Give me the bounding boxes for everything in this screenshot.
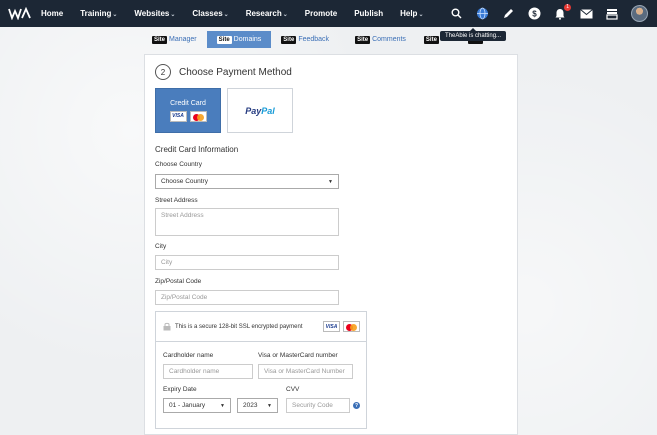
expiry-year-select[interactable]: 2023 ▼	[237, 398, 278, 413]
credit-card-label: Credit Card	[170, 99, 206, 107]
mastercard-logo-icon	[189, 110, 207, 122]
step-header: 2 Choose Payment Method	[155, 64, 292, 80]
cardholder-input[interactable]: Cardholder name	[163, 364, 253, 379]
nav-websites[interactable]: Websites⌄	[134, 9, 175, 18]
expiry-label: Expiry Date	[163, 386, 197, 393]
chevron-down-icon: ▼	[328, 178, 333, 185]
dollar-icon[interactable]: $	[527, 7, 541, 21]
wealthy-affiliate-logo-icon[interactable]	[7, 7, 33, 21]
payment-card: 2 Choose Payment Method Credit Card VISA…	[144, 54, 518, 435]
step-number: 2	[155, 64, 171, 80]
nav-help[interactable]: Help⌄	[400, 9, 423, 18]
tab-site-domains[interactable]: Site Domains	[206, 31, 272, 48]
cardholder-label: Cardholder name	[163, 352, 214, 359]
chevron-down-icon: ▼	[267, 402, 272, 409]
secure-text: This is a secure 128-bit SSL encrypted p…	[175, 323, 303, 330]
chevron-down-icon: ⌄	[112, 12, 118, 18]
chevron-down-icon: ▼	[220, 402, 225, 409]
secure-header: This is a secure 128-bit SSL encrypted p…	[156, 312, 366, 342]
paypal-option[interactable]: PayPal	[227, 88, 293, 133]
zip-label: Zip/Postal Code	[155, 278, 202, 285]
card-number-label: Visa or MasterCard number	[258, 352, 338, 359]
lock-icon	[163, 322, 171, 331]
cvv-label: CVV	[286, 386, 300, 393]
chat-tooltip: TheAbie is chatting...	[440, 28, 507, 41]
nav-promote[interactable]: Promote	[305, 9, 337, 18]
tab-site-manager[interactable]: Site Manager	[142, 31, 207, 48]
city-input[interactable]: City	[155, 255, 339, 270]
bell-icon[interactable]: 1	[553, 3, 571, 21]
card-logos: VISA	[169, 110, 207, 122]
inbox-tray-icon[interactable]	[605, 7, 619, 21]
paypal-logo-icon: PayPal	[245, 105, 275, 116]
nav-right-icons: $ 1	[443, 0, 657, 27]
country-label: Choose Country	[155, 161, 202, 168]
top-navigation: Home Training⌄ Websites⌄ Classes⌄ Resear…	[0, 0, 657, 27]
tab-site-comments[interactable]: Site Comments	[339, 31, 416, 48]
street-address-input[interactable]: Street Address	[155, 208, 339, 236]
nav-home[interactable]: Home	[41, 9, 63, 18]
tab-site-feedback[interactable]: Site Feedback	[271, 31, 339, 48]
card-number-input[interactable]: Visa or MasterCard Number	[258, 364, 353, 379]
nav-research[interactable]: Research⌄	[246, 9, 288, 18]
page-title: Choose Payment Method	[179, 66, 292, 78]
mastercard-logo-icon	[343, 321, 360, 332]
secure-payment-panel: This is a secure 128-bit SSL encrypted p…	[155, 311, 367, 429]
secure-card-logos: VISA	[323, 321, 360, 332]
chevron-down-icon: ⌄	[170, 12, 176, 18]
chevron-down-icon: ⌄	[223, 12, 229, 18]
chevron-down-icon: ⌄	[418, 12, 424, 18]
credit-card-option[interactable]: Credit Card VISA	[155, 88, 221, 133]
mail-icon[interactable]	[579, 7, 593, 21]
notification-badge: 1	[564, 3, 571, 11]
cvv-input[interactable]: Security Code	[286, 398, 350, 413]
zip-input[interactable]: Zip/Postal Code	[155, 290, 339, 305]
country-select[interactable]: Choose Country ▼	[155, 174, 339, 189]
nav-training[interactable]: Training⌄	[80, 9, 117, 18]
section-title: Credit Card Information	[155, 145, 239, 154]
nav-classes[interactable]: Classes⌄	[192, 9, 228, 18]
chat-globe-icon[interactable]	[475, 7, 489, 21]
help-icon[interactable]: ?	[353, 402, 360, 409]
pencil-icon[interactable]	[501, 7, 515, 21]
search-icon[interactable]	[449, 7, 463, 21]
svg-text:$: $	[532, 10, 537, 19]
expiry-month-select[interactable]: 01 - January ▼	[163, 398, 231, 413]
avatar[interactable]	[631, 5, 648, 22]
nav-publish[interactable]: Publish	[354, 9, 383, 18]
street-label: Street Address	[155, 197, 198, 204]
visa-logo-icon: VISA	[169, 110, 187, 122]
city-label: City	[155, 243, 167, 250]
chevron-down-icon: ⌄	[282, 12, 288, 18]
visa-logo-icon: VISA	[323, 321, 340, 332]
